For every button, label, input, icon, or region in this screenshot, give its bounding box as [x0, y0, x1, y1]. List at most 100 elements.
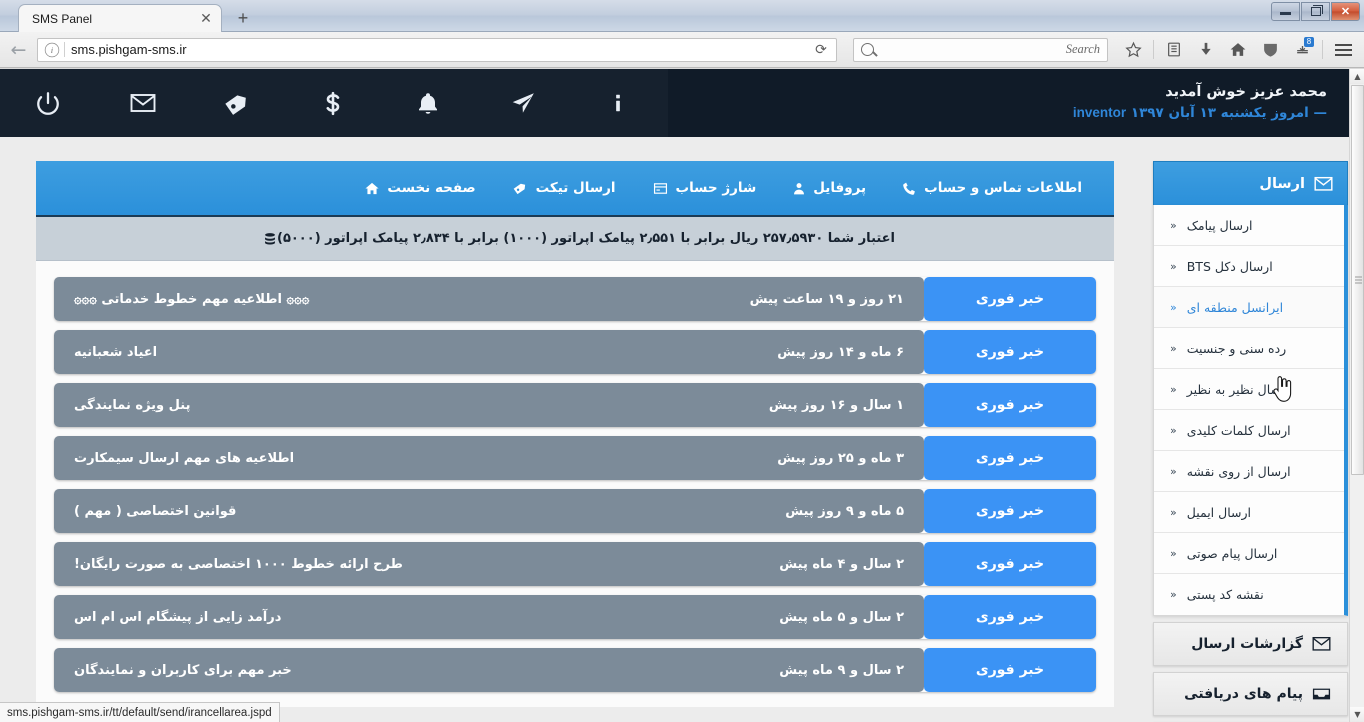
- url-text: sms.pishgam-sms.ir: [71, 42, 187, 57]
- sidebar-item-irancell-area[interactable]: ایرانسل منطقه ای «: [1154, 287, 1344, 328]
- nav-item-home[interactable]: صفحه نخست: [346, 180, 493, 196]
- card-icon: [653, 182, 667, 194]
- news-row[interactable]: خبر فوری ۵ ماه و ۹ روز پیش قوانین اختصاص…: [54, 489, 1096, 533]
- news-row[interactable]: خبر فوری ۲ سال و ۵ ماه پیش درآمد زایی از…: [54, 595, 1096, 639]
- tab-sms-panel[interactable]: SMS Panel ✕: [18, 4, 222, 32]
- scrollbar-thumb[interactable]: [1351, 85, 1364, 475]
- sidebar-item-label: ایرانسل منطقه ای: [1186, 299, 1284, 315]
- minimize-button[interactable]: [1271, 2, 1300, 21]
- welcome-text: محمد عزیز خوش آمدید: [1165, 84, 1327, 100]
- news-row[interactable]: خبر فوری ۲۱ روز و ۱۹ ساعت پیش ۞۞۞ اطلاعی…: [54, 277, 1096, 321]
- chevron-double-left-icon: «: [1170, 300, 1177, 314]
- chevron-double-left-icon: «: [1170, 259, 1177, 273]
- status-badge: خبر فوری: [924, 277, 1096, 321]
- home-icon[interactable]: [1223, 36, 1253, 64]
- sidebar-item-send-sms[interactable]: ارسال پیامک «: [1154, 205, 1344, 246]
- back-icon[interactable]: ←: [6, 37, 31, 63]
- news-title: طرح ارائه خطوط ۱۰۰۰ اختصاصی به صورت رایگ…: [74, 556, 403, 572]
- news-row-body: ۱ سال و ۱۶ روز پیش پنل ویژه نمایندگی: [54, 383, 924, 427]
- close-icon[interactable]: ✕: [196, 9, 216, 29]
- phone-icon: [903, 182, 915, 195]
- scrollbar-grip: [1355, 276, 1362, 284]
- sidebar-item-peer-to-peer[interactable]: ارسال نظیر به نظیر «: [1154, 369, 1344, 410]
- welcome-block: محمد عزیز خوش آمدید — امروز یکشنبه ۱۳ آب…: [1073, 82, 1327, 123]
- news-time: ۲ سال و ۵ ماه پیش: [779, 609, 904, 625]
- scroll-up-icon[interactable]: ▲: [1350, 69, 1364, 84]
- envelope-icon: [1314, 176, 1333, 191]
- chevron-double-left-icon: «: [1170, 218, 1177, 232]
- reload-icon[interactable]: ⟳: [810, 39, 832, 61]
- sidebar-item-age-gender[interactable]: رده سنی و جنسیت «: [1154, 328, 1344, 369]
- envelope-icon: [1312, 636, 1331, 651]
- restore-button[interactable]: [1301, 2, 1330, 21]
- date-line: — امروز یکشنبه ۱۳ آبان ۱۳۹۷ inventor: [1073, 103, 1327, 123]
- news-row[interactable]: خبر فوری ۱ سال و ۱۶ روز پیش پنل ویژه نما…: [54, 383, 1096, 427]
- sidebar-section-received-messages[interactable]: پیام های دریافتی: [1153, 672, 1348, 716]
- scroll-down-icon[interactable]: ▼: [1350, 707, 1364, 722]
- username-text: inventor: [1072, 105, 1127, 120]
- home-icon: [365, 182, 379, 194]
- news-time: ۵ ماه و ۹ روز پیش: [785, 503, 904, 519]
- sidebar-item-label: ارسال از روی نقشه: [1186, 463, 1291, 479]
- info-icon[interactable]: [570, 69, 665, 137]
- sidebar-item-voice-message[interactable]: ارسال پیام صوتی «: [1154, 533, 1344, 574]
- envelope-icon[interactable]: [95, 69, 190, 137]
- sidebar-item-label: ارسال نظیر به نظیر: [1186, 381, 1291, 397]
- bell-icon[interactable]: [380, 69, 475, 137]
- menu-icon[interactable]: [1328, 36, 1358, 64]
- dollar-icon[interactable]: [285, 69, 380, 137]
- sidebar-item-label: ارسال ایمیل: [1186, 504, 1251, 520]
- news-row[interactable]: خبر فوری ۲ سال و ۴ ماه پیش طرح ارائه خطو…: [54, 542, 1096, 586]
- news-row-body: ۲ سال و ۵ ماه پیش درآمد زایی از پیشگام ا…: [54, 595, 924, 639]
- tab-title: SMS Panel: [32, 11, 93, 26]
- sidebar-item-from-map[interactable]: ارسال از روی نقشه «: [1154, 451, 1344, 492]
- pocket-icon[interactable]: 8: [1287, 36, 1317, 64]
- url-bar[interactable]: i sms.pishgam-sms.ir ⟳: [37, 37, 837, 62]
- chevron-double-left-icon: «: [1170, 341, 1177, 355]
- divider: [1322, 40, 1323, 59]
- nav-item-profile[interactable]: پروفایل: [774, 180, 884, 196]
- window-close-button[interactable]: ✕: [1331, 2, 1360, 21]
- news-row[interactable]: خبر فوری ۳ ماه و ۲۵ روز پیش اطلاعیه های …: [54, 436, 1096, 480]
- chevron-double-left-icon: «: [1170, 505, 1177, 519]
- nav-item-send-ticket[interactable]: ارسال تیکت: [494, 180, 634, 196]
- nav-item-charge-account[interactable]: شارژ حساب: [634, 180, 775, 196]
- news-time: ۶ ماه و ۱۴ روز پیش: [777, 344, 904, 360]
- ticket-icon: [513, 183, 525, 195]
- credit-text: اعتبار شما ۲۵۷٫۵۹۳۰ ریال برابر با ۲٫۵۵۱ …: [276, 231, 896, 246]
- sidebar-item-label: ارسال کلمات کلیدی: [1186, 422, 1291, 438]
- status-badge: خبر فوری: [924, 330, 1096, 374]
- date-text: — امروز یکشنبه ۱۳ آبان ۱۳۹۷: [1130, 105, 1327, 121]
- nav-label: اطلاعات تماس و حساب: [924, 180, 1082, 196]
- sidebar-item-email[interactable]: ارسال ایمیل «: [1154, 492, 1344, 533]
- news-row[interactable]: خبر فوری ۲ سال و ۹ ماه پیش خبر مهم برای …: [54, 648, 1096, 692]
- news-list: خبر فوری ۲۱ روز و ۱۹ ساعت پیش ۞۞۞ اطلاعی…: [36, 261, 1114, 707]
- bookmark-star-icon[interactable]: [1118, 36, 1148, 64]
- news-time: ۳ ماه و ۲۵ روز پیش: [777, 450, 904, 466]
- news-title: اعیاد شعبانیه: [74, 344, 158, 360]
- download-icon[interactable]: [1191, 36, 1221, 64]
- sidebar-item-keywords[interactable]: ارسال کلمات کلیدی «: [1154, 410, 1344, 451]
- info-icon[interactable]: i: [44, 42, 60, 57]
- power-icon[interactable]: [0, 69, 95, 137]
- minimize-icon: [1280, 12, 1291, 15]
- news-row[interactable]: خبر فوری ۶ ماه و ۱۴ روز پیش اعیاد شعبانی…: [54, 330, 1096, 374]
- library-icon[interactable]: [1159, 36, 1189, 64]
- new-tab-button[interactable]: +: [230, 7, 256, 29]
- page-scrollbar[interactable]: ▲ ▼: [1349, 69, 1364, 722]
- nav-label: شارژ حساب: [675, 180, 757, 196]
- search-bar[interactable]: Search: [853, 37, 1108, 62]
- search-placeholder: Search: [1065, 42, 1100, 56]
- shield-icon[interactable]: [1255, 36, 1285, 64]
- chevron-double-left-icon: «: [1170, 464, 1177, 478]
- database-icon: [263, 231, 277, 247]
- user-icon: [794, 182, 805, 194]
- news-time: ۲۱ روز و ۱۹ ساعت پیش: [749, 291, 904, 307]
- news-title: ۞۞۞ اطلاعیه مهم خطوط خدماتی ۞۞۞: [74, 291, 310, 307]
- sidebar-item-bts[interactable]: ارسال دکل BTS «: [1154, 246, 1344, 287]
- paper-plane-icon[interactable]: [475, 69, 570, 137]
- sidebar-item-postal-code-map[interactable]: نقشه کد پستی «: [1154, 574, 1344, 615]
- sidebar-section-send-reports[interactable]: گزارشات ارسال: [1153, 622, 1348, 666]
- ticket-icon[interactable]: [190, 69, 285, 137]
- nav-item-contact-account[interactable]: اطلاعات تماس و حساب: [884, 180, 1100, 196]
